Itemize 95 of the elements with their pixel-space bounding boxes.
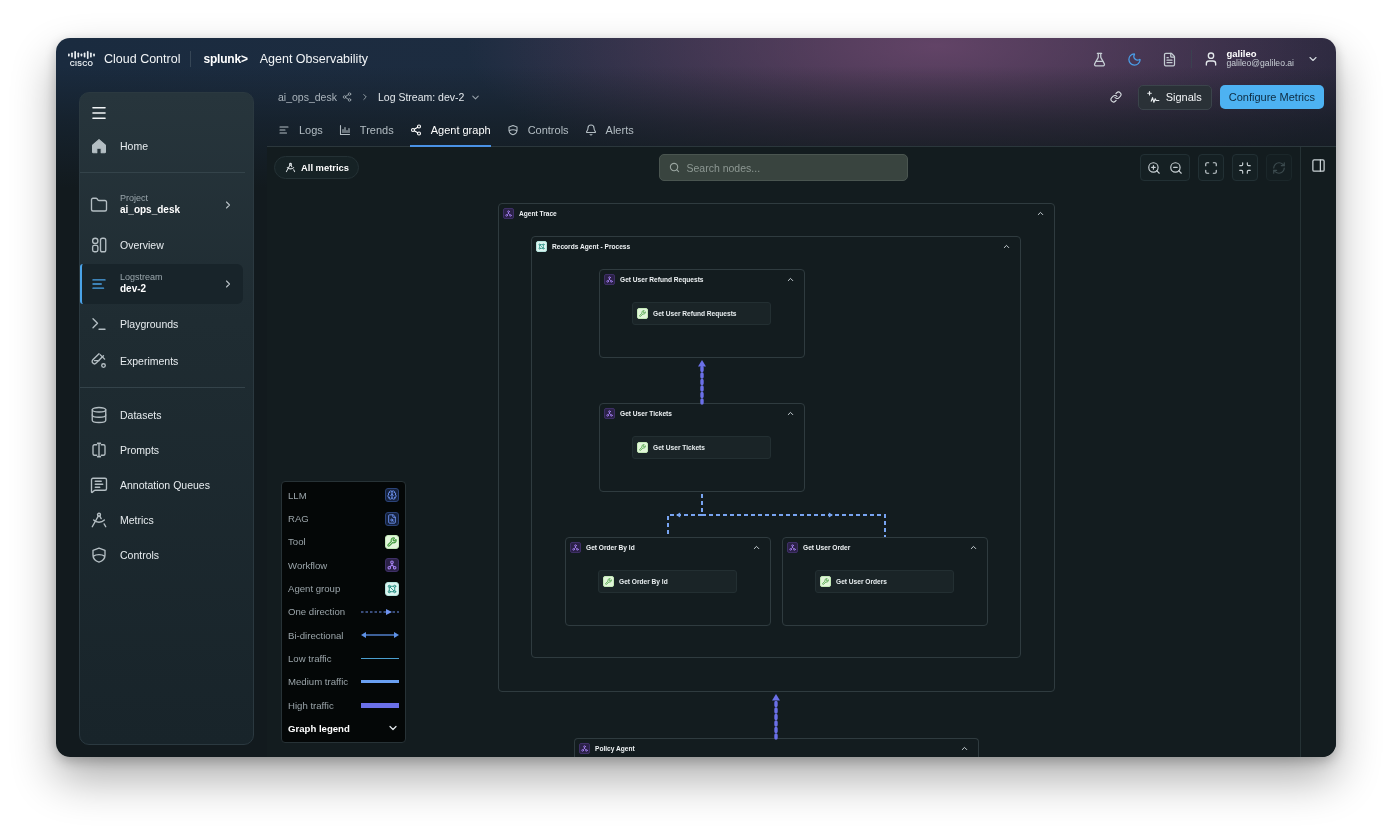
compass-icon	[90, 510, 108, 529]
signals-button[interactable]: Signals	[1137, 84, 1212, 110]
legend-toggle[interactable]: Graph legend	[288, 716, 399, 740]
share-icon	[409, 124, 422, 136]
sidebar-item[interactable]: Metrics	[80, 502, 243, 537]
overview-icon	[90, 235, 108, 254]
moon-icon[interactable]	[1127, 51, 1142, 67]
fit-view-icon	[1204, 160, 1218, 175]
workflow-icon	[604, 408, 615, 419]
workflow-icon	[570, 542, 581, 553]
cisco-bars-icon	[68, 51, 95, 59]
tab[interactable]: Controls	[506, 115, 569, 147]
account-menu[interactable]: galileo galileo@galileo.ai	[1202, 49, 1319, 69]
tab[interactable]: Logs	[278, 115, 323, 147]
menu-icon[interactable]	[90, 104, 108, 122]
sidebar-item[interactable]: Prompts	[80, 432, 243, 467]
double-arrow-icon	[361, 632, 399, 639]
wrench-icon	[603, 576, 614, 587]
sidebar-item[interactable]: Experiments	[80, 343, 243, 378]
link-icon[interactable]	[1109, 91, 1122, 103]
brackets-icon	[90, 440, 108, 459]
wrench-icon	[820, 576, 831, 587]
product-name: Cloud Control	[104, 52, 181, 66]
refresh-icon	[1272, 160, 1286, 175]
agent-group-icon	[536, 241, 547, 252]
partner-logo: splunk>	[203, 52, 248, 66]
zoom-out-icon	[1169, 160, 1183, 175]
search-icon	[668, 162, 680, 173]
dashed-arrow-icon	[361, 608, 399, 615]
bell-icon	[584, 124, 597, 136]
chevron-up-icon[interactable]	[1002, 242, 1011, 251]
workflow-icon	[503, 208, 514, 219]
thin-line-icon	[361, 657, 399, 660]
share-icon[interactable]	[341, 92, 352, 102]
database-icon	[90, 405, 108, 424]
tab[interactable]: Trends	[338, 115, 394, 147]
workflow-icon	[604, 274, 615, 285]
collapse-view-button[interactable]	[1232, 154, 1258, 181]
sparkle-wave-icon	[1145, 90, 1160, 104]
sidebar-item[interactable]: Overview	[80, 227, 243, 262]
sidebar-item[interactable]: Controls	[80, 537, 243, 572]
shield-icon	[90, 545, 108, 564]
logstream-dropdown[interactable]: Log Stream: dev-2	[377, 91, 482, 103]
legend-label: Low traffic	[288, 652, 332, 664]
fit-view-button[interactable]	[1198, 154, 1224, 181]
chevron-up-icon[interactable]	[969, 543, 978, 552]
list-icon	[278, 124, 290, 136]
test-tube-icon	[90, 351, 108, 370]
legend-label: Bi-directional	[288, 629, 344, 641]
workflow-icon	[385, 558, 399, 573]
legend-label: One direction	[288, 606, 346, 618]
bar-chart-icon	[338, 124, 351, 136]
medium-line-icon	[361, 680, 399, 684]
document-icon[interactable]	[1162, 51, 1177, 67]
workflow-icon	[579, 743, 590, 754]
wrench-icon	[385, 534, 399, 549]
flask-icon[interactable]	[1092, 51, 1107, 67]
legend-label: Agent group	[288, 583, 341, 595]
compass-icon	[285, 162, 296, 173]
metrics-filter-button[interactable]: All metrics	[274, 156, 359, 179]
panel-toggle-icon[interactable]	[1311, 158, 1326, 173]
breadcrumb-link[interactable]: ai_ops_desk	[278, 91, 337, 103]
chevron-up-icon[interactable]	[960, 744, 969, 753]
zoom-in-icon	[1147, 160, 1161, 175]
legend-label: RAG	[288, 513, 309, 525]
tab[interactable]: Alerts	[584, 115, 634, 147]
sidebar-item[interactable]: Annotation Queues	[80, 467, 243, 502]
legend-label: Medium traffic	[288, 676, 349, 688]
wrench-icon	[637, 442, 648, 453]
chevron-up-icon[interactable]	[786, 409, 795, 418]
search-field[interactable]: Search nodes...	[658, 154, 908, 181]
legend-label: Workflow	[288, 559, 328, 571]
message-icon	[90, 475, 108, 494]
document-search-icon	[385, 511, 399, 526]
sidebar-item[interactable]: Project ai_ops_desk	[80, 185, 243, 225]
legend-label: High traffic	[288, 699, 334, 711]
folder-icon	[90, 196, 108, 214]
chevron-up-icon[interactable]	[1036, 209, 1045, 218]
collapse-view-icon	[1238, 160, 1252, 175]
agent-group-icon	[385, 581, 399, 596]
sidebar-item[interactable]: Logstream dev-2	[80, 264, 243, 304]
app-name: Agent Observability	[259, 52, 369, 66]
legend-label: LLM	[288, 489, 307, 501]
sidebar-item[interactable]: Home	[80, 128, 243, 163]
workflow-icon	[787, 542, 798, 553]
brain-icon	[385, 488, 399, 503]
chevron-up-icon[interactable]	[752, 543, 761, 552]
legend-label: Tool	[288, 536, 306, 548]
wrench-icon	[637, 308, 648, 319]
sidebar-item[interactable]: Datasets	[80, 397, 243, 432]
chevron-up-icon[interactable]	[786, 275, 795, 284]
configure-metrics-button[interactable]: Configure Metrics	[1219, 85, 1324, 109]
house-icon	[90, 136, 108, 155]
sidebar-item[interactable]: Playgrounds	[80, 306, 243, 341]
shield-icon	[506, 124, 519, 136]
